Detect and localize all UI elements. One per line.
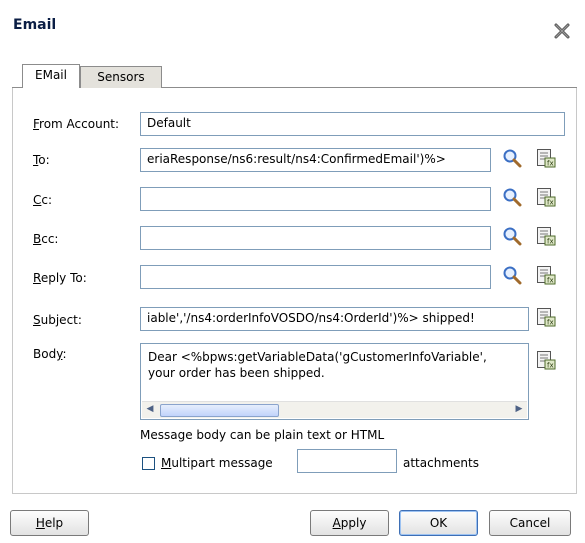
cc-label: Cc: — [33, 193, 53, 207]
from-account-label: From Account: — [33, 117, 120, 131]
body-label: Body: — [33, 347, 67, 361]
bcc-label: Bcc: — [33, 232, 59, 246]
svg-text:fx: fx — [547, 160, 554, 168]
scroll-right-icon[interactable]: ▶ — [511, 402, 527, 417]
cc-field[interactable] — [140, 187, 491, 211]
bcc-field[interactable] — [140, 226, 491, 250]
expression-builder-icon[interactable]: fx — [536, 350, 556, 370]
expression-builder-icon[interactable]: fx — [536, 148, 556, 168]
svg-text:fx: fx — [547, 362, 554, 370]
expression-builder-icon[interactable]: fx — [536, 226, 556, 246]
svg-text:fx: fx — [547, 277, 554, 285]
svg-text:fx: fx — [547, 319, 554, 327]
body-hint: Message body can be plain text or HTML — [140, 428, 385, 442]
body-line-1: Dear <%bpws:getVariableData('gCustomerIn… — [148, 350, 487, 364]
body-textarea[interactable]: Dear <%bpws:getVariableData('gCustomerIn… — [140, 343, 529, 420]
dialog-title: Email — [13, 17, 57, 33]
help-button[interactable]: Help — [10, 510, 89, 536]
scroll-left-icon[interactable]: ◀ — [142, 402, 158, 417]
multipart-checkbox[interactable] — [142, 457, 155, 470]
apply-button[interactable]: Apply — [310, 510, 389, 536]
ok-button[interactable]: OK — [399, 510, 478, 536]
search-icon[interactable] — [502, 148, 522, 168]
attachments-count-field[interactable] — [297, 449, 397, 473]
subject-field[interactable]: iable','/ns4:orderInfoVOSDO/ns4:OrderId'… — [140, 307, 529, 331]
tab-email[interactable]: EMail — [22, 64, 80, 88]
tab-email-label: EMail — [35, 68, 67, 82]
from-account-field[interactable]: Default — [140, 112, 565, 136]
multipart-label: Multipart message — [161, 456, 273, 470]
reply-to-label: Reply To: — [33, 271, 87, 285]
scrollbar-thumb[interactable] — [160, 404, 279, 417]
cancel-button[interactable]: Cancel — [489, 510, 571, 536]
tab-sensors[interactable]: Sensors — [80, 66, 162, 88]
subject-label: Subject: — [33, 313, 82, 327]
expression-builder-icon[interactable]: fx — [536, 265, 556, 285]
search-icon[interactable] — [502, 187, 522, 207]
close-icon[interactable] — [553, 22, 571, 40]
reply-to-field[interactable] — [140, 265, 491, 289]
horizontal-scrollbar[interactable]: ◀ ▶ — [142, 401, 527, 418]
to-field[interactable]: eriaResponse/ns6:result/ns4:ConfirmedEma… — [140, 148, 491, 172]
to-label: To: — [33, 153, 50, 167]
search-icon[interactable] — [502, 226, 522, 246]
body-line-2: your order has been shipped. — [148, 366, 325, 380]
tab-sensors-label: Sensors — [97, 70, 145, 84]
body-text: Dear <%bpws:getVariableData('gCustomerIn… — [148, 349, 523, 381]
expression-builder-icon[interactable]: fx — [536, 307, 556, 327]
svg-text:fx: fx — [547, 199, 554, 207]
svg-text:fx: fx — [547, 238, 554, 246]
search-icon[interactable] — [502, 265, 522, 285]
expression-builder-icon[interactable]: fx — [536, 187, 556, 207]
attachments-label: attachments — [403, 456, 479, 470]
